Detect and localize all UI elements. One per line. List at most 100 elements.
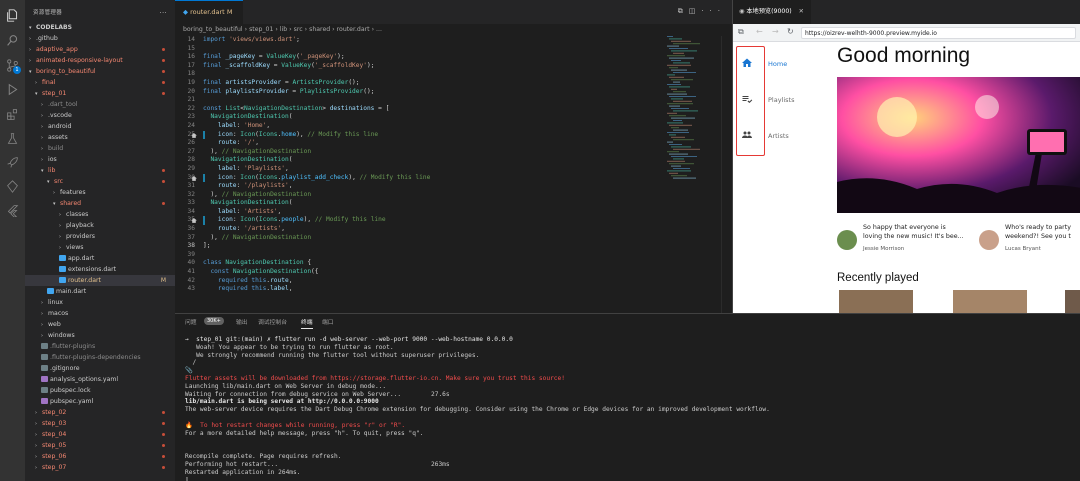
tab-ports[interactable]: 端口 <box>322 317 334 326</box>
breadcrumb-item[interactable]: router.dart <box>337 26 370 33</box>
tree-file[interactable]: .flutter-plugins <box>25 341 175 352</box>
tree-folder[interactable]: › ios <box>25 154 175 165</box>
breadcrumb-item[interactable]: ... <box>376 26 382 33</box>
open-changes-icon[interactable]: ⧉ <box>678 7 689 15</box>
tree-folder[interactable]: › windows <box>25 330 175 341</box>
code-lines[interactable]: 14 import 'views/views.dart'; 15 16 final _p… <box>175 36 665 313</box>
tree-file[interactable]: app.dart <box>25 253 175 264</box>
terminal-line: Flutter assets will be downloaded from h… <box>185 375 1065 383</box>
tree-file[interactable]: .flutter-plugins-dependencies <box>25 352 175 363</box>
flutter-icon[interactable] <box>5 203 20 218</box>
news-card[interactable]: Who's ready to party weekend?! See you t… <box>979 224 1080 258</box>
editor-scrollbar[interactable] <box>721 36 732 313</box>
flutter-icon-preview-glyph[interactable] <box>191 218 197 224</box>
more-actions-icon[interactable]: ··· <box>701 7 726 15</box>
tree-file[interactable]: extensions.dart <box>25 264 175 275</box>
tree-folder[interactable]: › step_03 <box>25 418 175 429</box>
tree-folder[interactable]: › step_06 <box>25 451 175 462</box>
breadcrumb-item[interactable]: boring_to_beautiful <box>183 26 243 33</box>
tree-folder[interactable]: › linux <box>25 297 175 308</box>
preview-tabs: ◉ 本地预览(9000) ✕ <box>733 0 1080 24</box>
flutter-icon-preview-glyph[interactable] <box>191 132 197 138</box>
tree-folder[interactable]: ▾ shared <box>25 198 175 209</box>
code-token: final <box>203 61 226 69</box>
search-icon[interactable] <box>5 33 20 48</box>
tree-folder[interactable]: › step_02 <box>25 407 175 418</box>
tree-folder[interactable]: › features <box>25 187 175 198</box>
tree-folder[interactable]: › views <box>25 242 175 253</box>
editor-actions: ⧉◫··· <box>678 7 726 16</box>
remote-explorer-icon[interactable] <box>5 179 20 194</box>
tree-file[interactable]: main.dart <box>25 286 175 297</box>
explorer-icon[interactable] <box>5 8 20 23</box>
tree-file[interactable]: pubspec.yaml <box>25 396 175 407</box>
run-debug-icon[interactable] <box>5 82 20 97</box>
tree-folder[interactable]: › web <box>25 319 175 330</box>
workspace-root[interactable]: ▾ CODELABS <box>25 22 175 33</box>
split-editor-icon[interactable]: ◫ <box>689 7 702 15</box>
tab-problems[interactable]: 问题 <box>185 317 197 326</box>
tree-folder[interactable]: › build <box>25 143 175 154</box>
tree-folder[interactable]: › .dart_tool <box>25 99 175 110</box>
tree-folder[interactable]: › classes <box>25 209 175 220</box>
close-icon[interactable]: ✕ <box>799 8 804 15</box>
terminal-text: 🔥 To hot restart changes while running, … <box>185 421 406 429</box>
recent-thumbnail[interactable] <box>839 290 913 313</box>
reload-icon[interactable]: ↻ <box>787 27 794 36</box>
testing-icon[interactable] <box>5 131 20 146</box>
breadcrumb-item[interactable]: shared <box>309 26 330 33</box>
tree-file[interactable]: pubspec.lock <box>25 385 175 396</box>
tree-folder[interactable]: › step_05 <box>25 440 175 451</box>
tree-folder[interactable]: › assets <box>25 132 175 143</box>
tree-folder[interactable]: ▾ step_01 <box>25 88 175 99</box>
rocket-icon[interactable] <box>5 155 20 170</box>
tree-folder[interactable]: ▾ src <box>25 176 175 187</box>
flutter-icon-preview-glyph[interactable] <box>191 175 197 181</box>
tab-router-dart[interactable]: ◆ router.dart M <box>175 0 243 24</box>
terminal-text: Restarted application in 264ms. <box>185 468 301 476</box>
code-token: List <box>225 104 241 112</box>
file-icon <box>41 343 48 349</box>
extensions-icon[interactable] <box>5 107 20 122</box>
tab-debug-console[interactable]: 调试控制台 <box>258 317 287 326</box>
tree-folder[interactable]: ▾ boring_to_beautiful <box>25 66 175 77</box>
code-line: 20 final playlistsProvider = PlaylistsPro… <box>175 88 665 97</box>
tree-folder[interactable]: › providers <box>25 231 175 242</box>
tree-folder[interactable]: › android <box>25 121 175 132</box>
tree-folder[interactable]: › final <box>25 77 175 88</box>
tree-folder[interactable]: › step_04 <box>25 429 175 440</box>
dart-file-icon <box>59 277 66 283</box>
news-card[interactable]: So happy that everyone is loving the new… <box>837 224 977 258</box>
forward-icon[interactable]: → <box>772 27 779 36</box>
tab-output[interactable]: 输出 <box>236 317 248 326</box>
minimap-line <box>669 67 678 69</box>
minimap-line <box>669 48 688 49</box>
tree-file[interactable]: router.dart M <box>25 275 175 286</box>
open-external-icon[interactable]: ⧉ <box>738 27 744 37</box>
tree-folder[interactable]: › .vscode <box>25 110 175 121</box>
tree-folder[interactable]: › .github <box>25 33 175 44</box>
concert-hero-image[interactable] <box>837 77 1080 213</box>
recent-thumbnail[interactable] <box>953 290 1027 313</box>
tree-file[interactable]: analysis_options.yaml <box>25 374 175 385</box>
code-token: '_pageKey' <box>299 53 338 61</box>
tree-folder[interactable]: › animated-responsive-layout <box>25 55 175 66</box>
code-token: = <box>255 53 267 61</box>
tree-folder[interactable]: › adaptive_app <box>25 44 175 55</box>
minimap[interactable] <box>665 36 720 186</box>
recent-thumbnail[interactable] <box>1065 290 1080 313</box>
terminal-output[interactable]: → step_01 git:(main) ✗ flutter run -d we… <box>185 336 1065 481</box>
breadcrumb-item[interactable]: step_01 <box>249 26 273 33</box>
back-icon[interactable]: ← <box>756 27 763 36</box>
line-number: 36 <box>187 225 195 233</box>
tree-folder[interactable]: ▾ lib <box>25 165 175 176</box>
tab-local-preview[interactable]: ◉ 本地预览(9000) ✕ <box>733 0 811 24</box>
tree-folder[interactable]: › playback <box>25 220 175 231</box>
url-input[interactable]: https://oizrev-welhth-9000.preview.myide… <box>801 27 1076 39</box>
breadcrumb-item[interactable]: src <box>294 26 303 33</box>
tab-terminal[interactable]: 终端 <box>301 317 313 329</box>
terminal-line: Recompile complete. Page requires refres… <box>185 453 1065 461</box>
tree-folder[interactable]: › macos <box>25 308 175 319</box>
tree-folder[interactable]: › step_07 <box>25 462 175 473</box>
tree-file[interactable]: .gitignore <box>25 363 175 374</box>
